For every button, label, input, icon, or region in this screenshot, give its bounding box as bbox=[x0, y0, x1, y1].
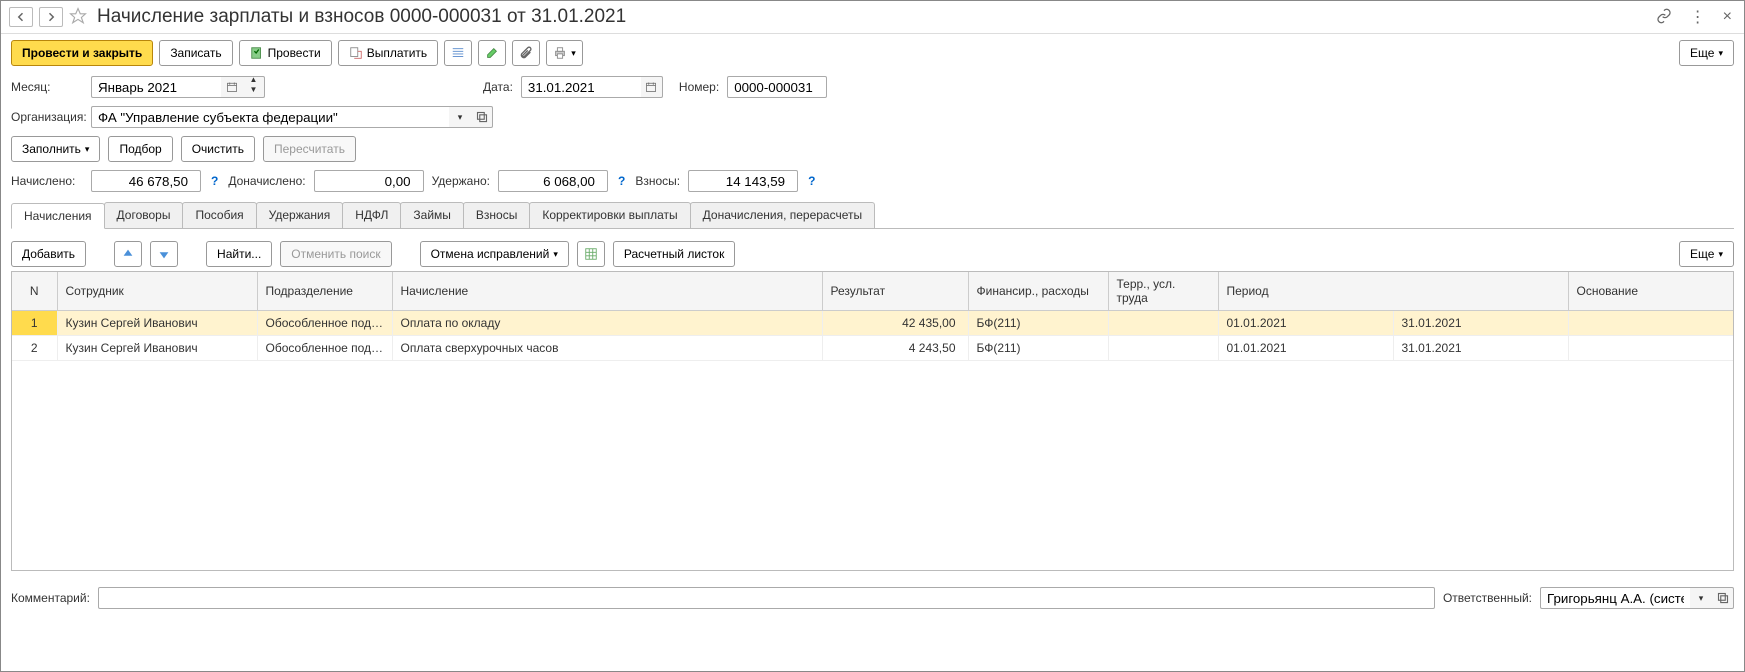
contrib-value bbox=[688, 170, 798, 192]
print-button[interactable]: ▾ bbox=[546, 40, 583, 66]
list-view-button[interactable] bbox=[444, 40, 472, 66]
page-title: Начисление зарплаты и взносов 0000-00003… bbox=[97, 6, 626, 28]
date-label: Дата: bbox=[483, 80, 513, 94]
comment-label: Комментарий: bbox=[11, 591, 90, 605]
org-row: Организация: ▾ bbox=[1, 102, 1744, 132]
tab-benefits[interactable]: Пособия bbox=[182, 202, 256, 228]
contrib-help-icon[interactable]: ? bbox=[806, 174, 817, 188]
accrued-help-icon[interactable]: ? bbox=[209, 174, 220, 188]
col-accrual[interactable]: Начисление bbox=[392, 272, 822, 311]
tab-content: Добавить Найти... Отменить поиск Отмена … bbox=[11, 229, 1734, 579]
nav-forward-button[interactable] bbox=[39, 7, 63, 27]
tab-accruals[interactable]: Начисления bbox=[11, 203, 105, 229]
responsible-input[interactable] bbox=[1540, 587, 1690, 609]
date-calendar-icon[interactable] bbox=[641, 76, 663, 98]
comment-input[interactable] bbox=[98, 587, 1435, 609]
kebab-menu-icon[interactable]: ⋮ bbox=[1686, 5, 1709, 29]
org-dropdown-icon[interactable]: ▾ bbox=[449, 106, 471, 128]
responsible-label: Ответственный: bbox=[1443, 591, 1532, 605]
pay-button[interactable]: Выплатить bbox=[338, 40, 439, 66]
org-label: Организация: bbox=[11, 110, 83, 124]
month-label: Месяц: bbox=[11, 80, 83, 94]
accruals-table[interactable]: N Сотрудник Подразделение Начисление Рез… bbox=[11, 271, 1734, 571]
footer-row: Комментарий: Ответственный: ▾ bbox=[1, 579, 1744, 617]
org-input[interactable] bbox=[91, 106, 449, 128]
more-button[interactable]: Еще ▾ bbox=[1679, 40, 1734, 66]
post-button[interactable]: Провести bbox=[239, 40, 332, 66]
table-settings-button[interactable] bbox=[577, 241, 605, 267]
withheld-value bbox=[498, 170, 608, 192]
table-row[interactable]: 1 Кузин Сергей Иванович Обособленное под… bbox=[12, 311, 1733, 336]
table-row[interactable]: 2 Кузин Сергей Иванович Обособленное под… bbox=[12, 336, 1733, 361]
additional-label: Доначислено: bbox=[228, 174, 305, 188]
tab-recalculations[interactable]: Доначисления, перерасчеты bbox=[690, 202, 875, 228]
month-spinner[interactable]: ▲▼ bbox=[243, 76, 265, 98]
number-label: Номер: bbox=[679, 80, 719, 94]
tab-contributions[interactable]: Взносы bbox=[463, 202, 530, 228]
link-icon[interactable] bbox=[1652, 6, 1676, 29]
recalculate-button: Пересчитать bbox=[263, 136, 356, 162]
header-fields-row: Месяц: ▲▼ Дата: Номер: bbox=[1, 72, 1744, 102]
withheld-help-icon[interactable]: ? bbox=[616, 174, 627, 188]
clear-button[interactable]: Очистить bbox=[181, 136, 255, 162]
col-result[interactable]: Результат bbox=[822, 272, 968, 311]
tabs-bar: Начисления Договоры Пособия Удержания НД… bbox=[11, 202, 1734, 229]
col-basis[interactable]: Основание bbox=[1568, 272, 1733, 311]
accrued-value bbox=[91, 170, 201, 192]
col-finance[interactable]: Финансир., расходы bbox=[968, 272, 1108, 311]
number-input[interactable] bbox=[727, 76, 827, 98]
main-toolbar: Провести и закрыть Записать Провести Вып… bbox=[1, 34, 1744, 72]
tab-ndfl[interactable]: НДФЛ bbox=[342, 202, 401, 228]
add-row-button[interactable]: Добавить bbox=[11, 241, 86, 267]
title-bar: Начисление зарплаты и взносов 0000-00003… bbox=[1, 1, 1744, 34]
close-icon[interactable]: × bbox=[1719, 6, 1736, 28]
favorite-star-icon[interactable] bbox=[69, 7, 87, 28]
date-input[interactable] bbox=[521, 76, 641, 98]
responsible-open-icon[interactable] bbox=[1712, 587, 1734, 609]
org-open-icon[interactable] bbox=[471, 106, 493, 128]
col-department[interactable]: Подразделение bbox=[257, 272, 392, 311]
col-period[interactable]: Период bbox=[1218, 272, 1568, 311]
fill-toolbar-row: Заполнить ▾ Подбор Очистить Пересчитать bbox=[1, 132, 1744, 166]
payslip-button[interactable]: Расчетный листок bbox=[613, 241, 735, 267]
month-calendar-icon[interactable] bbox=[221, 76, 243, 98]
tab-payment-corrections[interactable]: Корректировки выплаты bbox=[529, 202, 690, 228]
cancel-find-button: Отменить поиск bbox=[280, 241, 391, 267]
find-button[interactable]: Найти... bbox=[206, 241, 272, 267]
tab-loans[interactable]: Займы bbox=[400, 202, 464, 228]
edit-button[interactable] bbox=[478, 40, 506, 66]
contrib-label: Взносы: bbox=[635, 174, 680, 188]
withheld-label: Удержано: bbox=[432, 174, 490, 188]
tab-contracts[interactable]: Договоры bbox=[104, 202, 184, 228]
tab-deductions[interactable]: Удержания bbox=[256, 202, 344, 228]
move-down-button[interactable] bbox=[150, 241, 178, 267]
col-number[interactable]: N bbox=[12, 272, 57, 311]
responsible-dropdown-icon[interactable]: ▾ bbox=[1690, 587, 1712, 609]
nav-back-button[interactable] bbox=[9, 7, 33, 27]
col-employee[interactable]: Сотрудник bbox=[57, 272, 257, 311]
additional-value bbox=[314, 170, 424, 192]
post-and-close-button[interactable]: Провести и закрыть bbox=[11, 40, 153, 66]
accrued-label: Начислено: bbox=[11, 174, 83, 188]
col-territory[interactable]: Терр., усл. труда bbox=[1108, 272, 1218, 311]
select-button[interactable]: Подбор bbox=[108, 136, 172, 162]
cancel-corrections-button[interactable]: Отмена исправлений ▾ bbox=[420, 241, 569, 267]
sums-row: Начислено: ? Доначислено: Удержано: ? Вз… bbox=[1, 166, 1744, 196]
write-button[interactable]: Записать bbox=[159, 40, 232, 66]
fill-button[interactable]: Заполнить ▾ bbox=[11, 136, 100, 162]
tab-more-button[interactable]: Еще ▾ bbox=[1679, 241, 1734, 267]
month-input[interactable] bbox=[91, 76, 221, 98]
move-up-button[interactable] bbox=[114, 241, 142, 267]
attachment-button[interactable] bbox=[512, 40, 540, 66]
